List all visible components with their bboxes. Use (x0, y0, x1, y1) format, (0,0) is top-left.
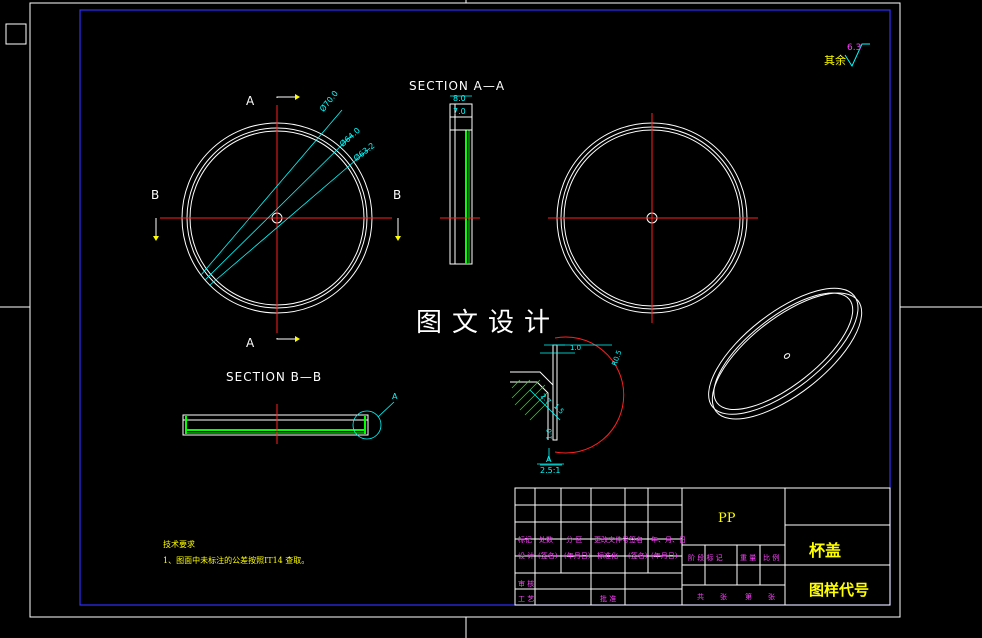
tb-standard-sign: (签名) (628, 552, 648, 560)
tb-sheet-no-prefix: 第 (745, 593, 752, 601)
tb-standard-date: (年月日) (651, 552, 678, 560)
tb-design-date: (年月日) (564, 552, 591, 560)
tb-hdr-date: 年、月、日 (651, 536, 686, 544)
tb-standard: 标准化 (597, 552, 618, 560)
section-bb-profile (182, 401, 395, 444)
tech-requirements-title: 技术要求 (163, 540, 195, 549)
detail-a-view (510, 336, 625, 466)
tb-sheet-no-suffix: 张 (768, 593, 775, 601)
detail-dim-1-0-bottom: 1.0 (545, 428, 554, 440)
drawing-code-field: 图样代号 (809, 581, 870, 599)
tb-hdr-zone: 分 区 (566, 536, 583, 544)
dimension-width-8: 8.0 (453, 94, 466, 103)
tb-design: 设 计 (518, 552, 535, 560)
roughness-other-label: 其余 (824, 54, 846, 67)
isometric-view (708, 287, 863, 420)
tb-weight: 重 量 (740, 554, 757, 562)
viewport-corner-box[interactable] (5, 23, 27, 45)
detail-dim-1-0-top: 1.0 (570, 344, 582, 352)
section-marker-b-left: B (151, 188, 160, 202)
tb-sheet-total-prefix: 共 (697, 593, 704, 601)
tb-scale: 比 例 (763, 554, 780, 562)
top-view-circle (153, 94, 401, 342)
section-bb-title: SECTION B—B (226, 370, 323, 384)
detail-a-callout: A (392, 392, 398, 401)
tb-hdr-change-doc: 更改文件号 (594, 536, 629, 544)
detail-a-label: A (546, 455, 552, 464)
detail-a-scale: 2.5:1 (540, 466, 561, 475)
tb-sheet-total-suffix: 张 (720, 593, 727, 601)
tb-approve: 批 准 (600, 595, 617, 603)
section-aa-title: SECTION A—A (409, 79, 506, 93)
section-aa-profile (440, 95, 480, 265)
section-marker-b-right: B (393, 188, 402, 202)
tb-design-sign: (签名) (538, 552, 558, 560)
tb-stage-mark: 阶 段 标 记 (688, 554, 723, 562)
tech-requirements-item-1: 1、图面中未标注的公差按照IT14 查取。 (163, 556, 310, 565)
roughness-value: 6.3 (847, 43, 862, 53)
dimension-width-7: 7.0 (453, 107, 466, 116)
tb-hdr-count: 处数 (539, 536, 553, 544)
tb-hdr-sign: 签名 (629, 536, 643, 544)
section-marker-a-top: A (246, 94, 255, 108)
bottom-view-circle (548, 113, 758, 323)
tb-review: 审 核 (518, 580, 535, 588)
material-field: PP (718, 511, 736, 526)
tb-hdr-mark: 标记 (518, 536, 532, 544)
tb-process: 工 艺 (518, 595, 535, 603)
watermark-text: 图文设计 (416, 308, 561, 338)
section-marker-a-bottom: A (246, 336, 255, 350)
part-name-field: 杯盖 (809, 541, 842, 560)
